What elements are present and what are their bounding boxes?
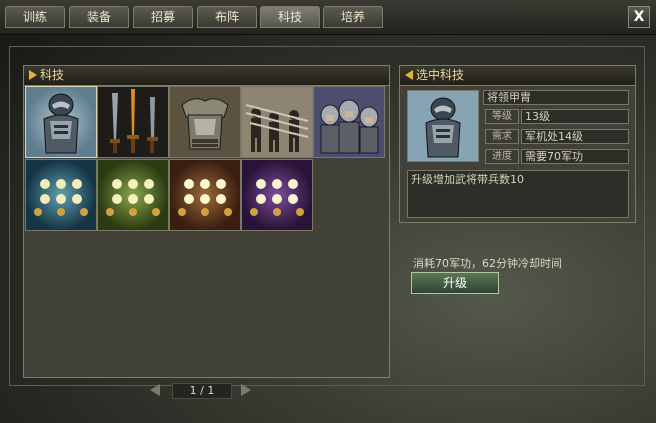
requirement-label: 需求 [485, 129, 519, 144]
detail-header: 选中科技 [400, 66, 635, 86]
tab-bar: 训练 装备 招募 布阵 科技 培养 X [0, 0, 656, 35]
page-indicator: 1 / 1 [172, 383, 232, 399]
armored-general-icon [26, 87, 96, 157]
tech-name: 将领甲胄 [483, 90, 629, 105]
formation-green-icon [98, 160, 168, 230]
tab-training[interactable]: 训练 [5, 6, 65, 28]
tech-description: 升级增加武将带兵数10 [407, 170, 629, 218]
detail-title: 选中科技 [416, 68, 465, 82]
tab-technology[interactable]: 科技 [260, 6, 320, 28]
tab-equipment[interactable]: 装备 [69, 6, 129, 28]
tech-item-helmet-troops[interactable] [313, 86, 385, 158]
detail-panel: 选中科技 将领甲胄 等级 13级 需求 军机处14级 进度 需要70军功 升级增… [399, 65, 636, 223]
tech-list-title: 科技 [40, 68, 65, 82]
tab-formation[interactable]: 布阵 [197, 6, 257, 28]
requirement-value: 军机处14级 [521, 129, 629, 144]
tech-item-general-armor[interactable] [25, 86, 97, 158]
level-value: 13级 [521, 109, 629, 124]
triangle-left-icon [405, 70, 413, 80]
tech-item-formation-green[interactable] [97, 159, 169, 231]
formation-purple-icon [242, 160, 312, 230]
next-page-icon[interactable] [241, 384, 251, 396]
formation-teal-icon [26, 160, 96, 230]
cost-text: 消耗70军功，62分钟冷却时间 [413, 257, 562, 270]
detail-icon [407, 90, 479, 162]
breastplate-armor-icon [170, 87, 240, 157]
progress-label: 进度 [485, 149, 519, 164]
level-label: 等级 [485, 109, 519, 124]
tech-item-formation-brown[interactable] [169, 159, 241, 231]
upgrade-button[interactable]: 升级 [411, 272, 499, 294]
tech-item-formation-purple[interactable] [241, 159, 313, 231]
spear-soldiers-icon [242, 87, 312, 157]
tech-list-panel: 科技 [23, 65, 390, 378]
armored-general-icon [408, 91, 478, 161]
tech-item-armor[interactable] [169, 86, 241, 158]
close-button[interactable]: X [628, 6, 650, 28]
tech-item-weapons[interactable] [97, 86, 169, 158]
helmeted-soldiers-icon [314, 87, 384, 157]
formation-brown-icon [170, 160, 240, 230]
tab-recruit[interactable]: 招募 [133, 6, 193, 28]
prev-page-icon[interactable] [150, 384, 160, 396]
tech-list-header: 科技 [24, 66, 389, 86]
triangle-right-icon [29, 70, 37, 80]
tech-item-formation-teal[interactable] [25, 159, 97, 231]
tech-window: 训练 装备 招募 布阵 科技 培养 X 科技 1 / 1 选中科技 将领甲胄 等… [0, 0, 656, 423]
swords-icon [98, 87, 168, 157]
tech-item-spear-troops[interactable] [241, 86, 313, 158]
tab-cultivate[interactable]: 培养 [323, 6, 383, 28]
progress-value: 需要70军功 [521, 149, 629, 164]
